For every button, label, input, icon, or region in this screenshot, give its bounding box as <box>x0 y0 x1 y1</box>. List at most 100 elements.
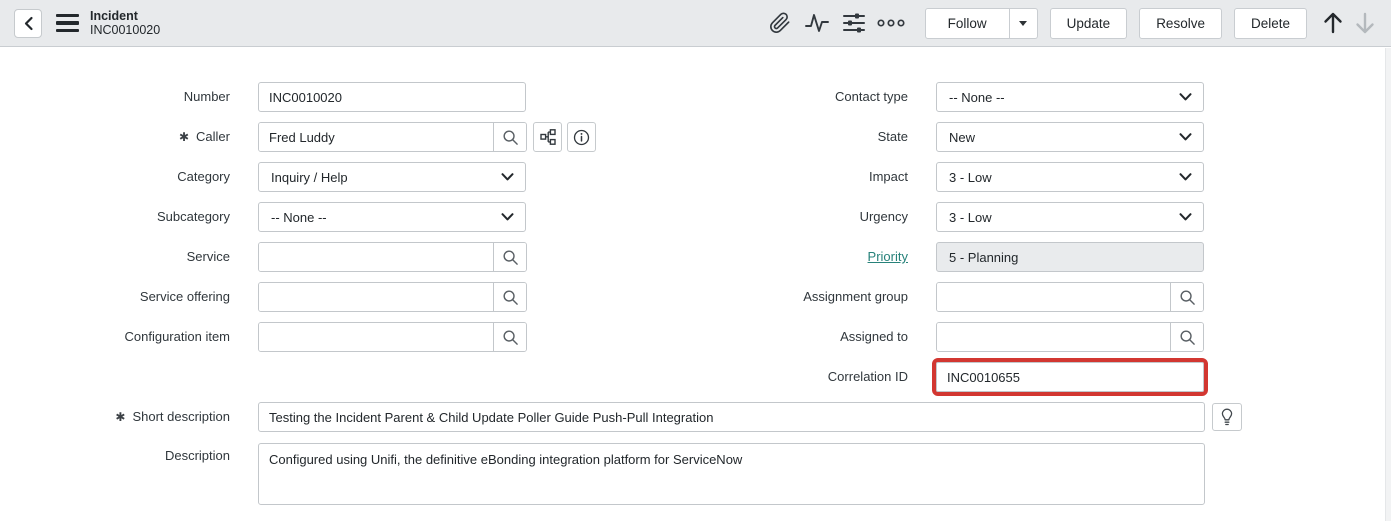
short-description-label: ✱Short description <box>0 402 230 432</box>
priority-readonly-field: 5 - Planning <box>936 242 1204 272</box>
assignment-group-reference-field <box>936 282 1204 312</box>
follow-button[interactable]: Follow <box>925 8 1010 39</box>
caller-reference-field <box>258 122 527 152</box>
record-number: INC0010020 <box>90 23 160 37</box>
service-label: Service <box>0 242 230 272</box>
resolve-button[interactable]: Resolve <box>1139 8 1222 39</box>
arrow-down-icon <box>1354 11 1376 35</box>
more-options-icon <box>877 19 905 27</box>
required-marker: ✱ <box>179 130 189 144</box>
service-offering-lookup-button[interactable] <box>493 283 526 311</box>
state-label: State <box>678 122 908 152</box>
short-description-input[interactable] <box>258 402 1205 432</box>
urgency-select[interactable]: 3 - Low <box>936 202 1204 232</box>
contact-type-select[interactable]: -- None -- <box>936 82 1204 112</box>
caller-input[interactable] <box>259 123 493 151</box>
configuration-item-lookup-button[interactable] <box>493 323 526 351</box>
chevron-down-icon <box>501 213 514 221</box>
chevron-down-icon <box>1179 213 1192 221</box>
update-button[interactable]: Update <box>1050 8 1128 39</box>
follow-split-button: Follow <box>925 8 1038 39</box>
caret-down-icon <box>1019 21 1027 26</box>
service-input[interactable] <box>259 243 493 271</box>
subcategory-value: -- None -- <box>271 210 501 225</box>
chevron-left-icon <box>23 16 34 31</box>
subcategory-select[interactable]: -- None -- <box>258 202 526 232</box>
caller-info-button[interactable] <box>567 122 596 152</box>
personalize-form-icon <box>842 12 866 34</box>
description-textarea[interactable]: Configured using Unifi, the definitive e… <box>258 443 1205 505</box>
contact-type-label: Contact type <box>678 82 908 112</box>
attachment-button[interactable] <box>765 8 795 38</box>
search-icon <box>502 289 519 306</box>
info-icon <box>573 129 590 146</box>
configuration-item-label: Configuration item <box>0 322 230 352</box>
configuration-item-reference-field <box>258 322 527 352</box>
service-lookup-button[interactable] <box>493 243 526 271</box>
category-select[interactable]: Inquiry / Help <box>258 162 526 192</box>
assignment-group-lookup-button[interactable] <box>1170 283 1203 311</box>
assigned-to-input[interactable] <box>937 323 1170 351</box>
hierarchy-icon <box>540 129 556 145</box>
back-button[interactable] <box>14 9 42 38</box>
assignment-group-label: Assignment group <box>678 282 908 312</box>
service-offering-input[interactable] <box>259 283 493 311</box>
form-header: Incident INC0010020 Fol <box>0 0 1391 47</box>
assigned-to-lookup-button[interactable] <box>1170 323 1203 351</box>
state-select[interactable]: New <box>936 122 1204 152</box>
chevron-down-icon <box>1179 173 1192 181</box>
personalize-form-button[interactable] <box>839 8 869 38</box>
search-icon <box>1179 289 1196 306</box>
correlation-id-input[interactable] <box>936 362 1204 392</box>
suggestion-button[interactable] <box>1212 403 1242 431</box>
context-menu-icon[interactable] <box>56 14 79 33</box>
search-icon <box>502 129 519 146</box>
number-label: Number <box>0 82 230 112</box>
attachment-icon <box>769 12 791 34</box>
contact-type-value: -- None -- <box>949 90 1179 105</box>
state-value: New <box>949 130 1179 145</box>
required-marker: ✱ <box>115 410 125 424</box>
assigned-to-reference-field <box>936 322 1204 352</box>
delete-button[interactable]: Delete <box>1234 8 1307 39</box>
vertical-scrollbar[interactable] <box>1385 48 1391 521</box>
category-label: Category <box>0 162 230 192</box>
lightbulb-icon <box>1220 408 1234 426</box>
chevron-down-icon <box>501 173 514 181</box>
service-offering-reference-field <box>258 282 527 312</box>
caller-lookup-button[interactable] <box>493 123 526 151</box>
assignment-group-input[interactable] <box>937 283 1170 311</box>
urgency-label: Urgency <box>678 202 908 232</box>
urgency-value: 3 - Low <box>949 210 1179 225</box>
search-icon <box>502 249 519 266</box>
arrow-up-icon <box>1322 11 1344 35</box>
incident-form-body: Number ✱Caller Category <box>0 48 1391 521</box>
search-icon <box>1179 329 1196 346</box>
description-label: Description <box>0 446 230 466</box>
service-reference-field <box>258 242 527 272</box>
assigned-to-label: Assigned to <box>678 322 908 352</box>
page-title: Incident <box>90 9 160 23</box>
impact-value: 3 - Low <box>949 170 1179 185</box>
caller-hierarchy-button[interactable] <box>533 122 562 152</box>
priority-value: 5 - Planning <box>949 250 1018 265</box>
impact-select[interactable]: 3 - Low <box>936 162 1204 192</box>
category-value: Inquiry / Help <box>271 170 501 185</box>
activity-stream-button[interactable] <box>802 8 832 38</box>
more-options-button[interactable] <box>876 8 906 38</box>
service-offering-label: Service offering <box>0 282 230 312</box>
impact-label: Impact <box>678 162 908 192</box>
configuration-item-input[interactable] <box>259 323 493 351</box>
priority-link[interactable]: Priority <box>868 249 908 264</box>
number-input[interactable] <box>258 82 526 112</box>
follow-dropdown-button[interactable] <box>1010 8 1038 39</box>
chevron-down-icon <box>1179 133 1192 141</box>
incident-form-screen: Incident INC0010020 Fol <box>0 0 1391 521</box>
correlation-id-label: Correlation ID <box>678 362 908 392</box>
previous-record-button[interactable] <box>1317 7 1349 39</box>
chevron-down-icon <box>1179 93 1192 101</box>
activity-stream-icon <box>805 13 829 33</box>
next-record-button[interactable] <box>1349 7 1381 39</box>
caller-label: ✱Caller <box>0 122 230 152</box>
priority-label: Priority <box>678 242 908 272</box>
